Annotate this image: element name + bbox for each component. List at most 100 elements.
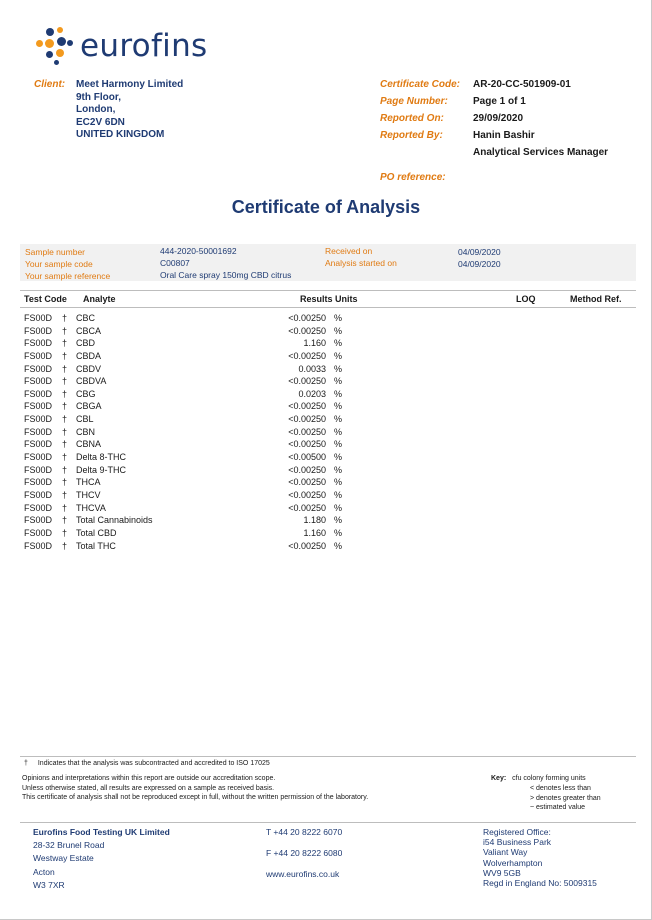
reported-by-name: Hanin Bashir xyxy=(473,130,535,141)
table-row: FS00D † CBD 1.160% xyxy=(24,338,624,351)
unit: % xyxy=(334,325,343,336)
test-code: FS00D xyxy=(24,439,53,450)
registered-line: Valiant Way xyxy=(483,847,528,858)
disclaimer-line: This certificate of analysis shall not b… xyxy=(22,794,369,801)
analyte: Total Cannabinoids xyxy=(76,515,153,526)
test-code: FS00D xyxy=(24,464,53,475)
result: <0.00250 xyxy=(288,426,326,437)
disclaimer-line: Opinions and interpretations within this… xyxy=(22,775,276,782)
test-code: FS00D xyxy=(24,414,53,425)
registered-line: i54 Business Park xyxy=(483,837,552,848)
subcontract-mark: † xyxy=(62,477,68,488)
result: <0.00250 xyxy=(288,325,326,336)
subcontract-mark: † xyxy=(62,540,68,551)
analyte: CBNA xyxy=(76,439,102,450)
key-block: Key: cfu colony forming units xyxy=(491,774,586,784)
client-label: Client: xyxy=(34,79,66,90)
table-row: FS00D † CBDVA <0.00250% xyxy=(24,376,624,389)
result: <0.00250 xyxy=(288,477,326,488)
result: <0.00250 xyxy=(288,439,326,450)
analyte: CBDA xyxy=(76,350,102,361)
subcontract-mark: † xyxy=(62,325,68,336)
subcontract-mark: † xyxy=(62,464,68,475)
page-number-label: Page Number: xyxy=(380,96,448,107)
footnote-text: Indicates that the analysis was subcontr… xyxy=(37,760,270,767)
unit: % xyxy=(334,477,343,488)
test-code: FS00D xyxy=(24,527,53,538)
table-row: FS00D † CBNA <0.00250% xyxy=(24,439,624,452)
certificate-code: AR-20-CC-501909-01 xyxy=(473,79,571,90)
subcontract-mark: † xyxy=(62,363,68,374)
registered-line: WV9 5GB xyxy=(483,867,521,878)
unit: % xyxy=(334,426,343,437)
test-code: FS00D xyxy=(24,502,53,513)
unit: % xyxy=(334,350,343,361)
table-row: FS00D † CBDV 0.0033% xyxy=(24,364,624,377)
reported-by-title: Analytical Services Manager xyxy=(473,147,609,158)
test-code: FS00D xyxy=(24,515,53,526)
analyte: CBG xyxy=(76,388,96,399)
table-top-rule xyxy=(20,290,636,291)
received-on: 04/09/2020 xyxy=(458,247,501,257)
test-code: FS00D xyxy=(24,363,53,374)
subcontract-mark: † xyxy=(62,388,68,399)
meta-values: AR-20-CC-501909-01 Page 1 of 1 29/09/202… xyxy=(473,79,608,164)
table-row: FS00D † THCA <0.00250% xyxy=(24,477,624,490)
sample-reference-label: Your sample reference xyxy=(25,271,111,281)
unit: % xyxy=(334,376,343,387)
test-code: FS00D xyxy=(24,376,53,387)
received-on-label: Received on xyxy=(325,246,373,256)
test-code: FS00D xyxy=(24,325,53,336)
table-row: FS00D † CBL <0.00250% xyxy=(24,414,624,427)
footer-website[interactable]: www.eurofins.co.uk xyxy=(266,864,342,885)
unit: % xyxy=(334,401,343,412)
result: <0.00250 xyxy=(288,313,326,323)
subcontract-mark: † xyxy=(62,527,68,538)
header-loq: LOQ xyxy=(516,294,536,304)
sample-code: C00807 xyxy=(160,258,190,268)
unit: % xyxy=(334,452,343,463)
page-number: Page 1 of 1 xyxy=(473,96,526,107)
analyte: Total THC xyxy=(76,540,116,551)
analyte: Delta 9-THC xyxy=(76,464,127,475)
unit: % xyxy=(334,363,343,374)
table-row: FS00D † THCVA <0.00250% xyxy=(24,503,624,516)
disclaimer-line: Unless otherwise stated, all results are… xyxy=(22,784,275,792)
sample-number-label: Sample number xyxy=(25,247,86,257)
reported-by-label: Reported By: xyxy=(380,130,443,141)
certificate-code-label: Certificate Code: xyxy=(380,79,461,90)
unit: % xyxy=(334,540,343,551)
sample-reference: Oral Care spray 150mg CBD citrus xyxy=(160,270,292,280)
subcontract-mark: † xyxy=(62,502,68,513)
subcontract-mark: † xyxy=(62,452,68,463)
test-code: FS00D xyxy=(24,452,53,463)
analyte: CBN xyxy=(76,426,96,437)
sample-values: 444-2020-50001692 C00807 Oral Care spray… xyxy=(160,245,291,281)
registered-line: Registered Office: xyxy=(483,827,551,837)
unit: % xyxy=(334,502,343,513)
table-header-rule xyxy=(20,307,636,308)
header-results-units: Results Units xyxy=(300,294,358,304)
test-code: FS00D xyxy=(24,477,53,488)
footnote: † Indicates that the analysis was subcon… xyxy=(24,760,270,767)
unit: % xyxy=(334,489,343,500)
reported-on: 29/09/2020 xyxy=(473,113,524,124)
subcontract-mark: † xyxy=(62,313,68,323)
analyte: CBDVA xyxy=(76,376,107,387)
result: <0.00500 xyxy=(288,452,326,463)
test-code: FS00D xyxy=(24,350,53,361)
analyte: CBC xyxy=(76,313,96,323)
table-row: FS00D † CBCA <0.00250% xyxy=(24,326,624,339)
analyte: Total CBD xyxy=(76,527,117,538)
key-item: > denotes greater than xyxy=(530,794,601,802)
analyte: CBCA xyxy=(76,325,102,336)
footnote-rule xyxy=(20,756,636,757)
unit: % xyxy=(334,313,343,323)
client-line: EC2V 6DN xyxy=(76,116,125,128)
key-item: < denotes less than xyxy=(530,785,591,792)
result: <0.00250 xyxy=(288,414,326,425)
result: 1.160 xyxy=(303,527,326,538)
table-row: FS00D † Total Cannabinoids 1.180% xyxy=(24,515,624,528)
subcontract-mark: † xyxy=(62,426,68,437)
footer-fax: F +44 20 8222 6080 xyxy=(266,848,343,858)
